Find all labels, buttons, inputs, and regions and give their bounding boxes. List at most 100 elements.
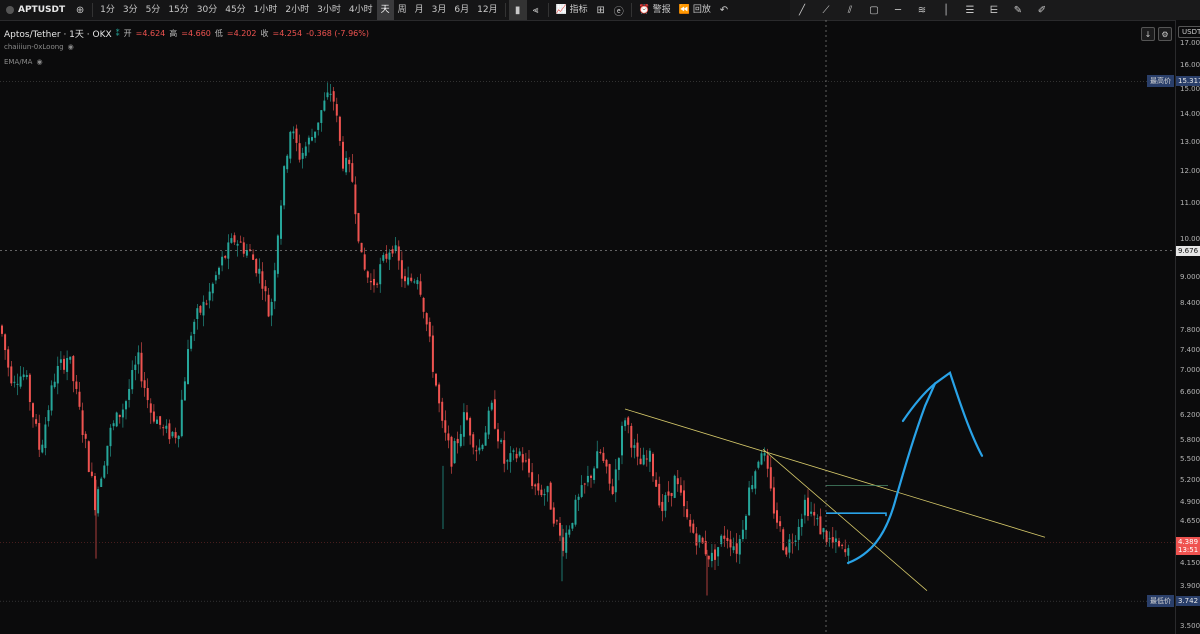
candle-body bbox=[745, 515, 747, 530]
interval-1[interactable]: 3分 bbox=[119, 0, 142, 20]
interval-13[interactable]: 3月 bbox=[428, 0, 451, 20]
price-tick: 3.900 bbox=[1180, 581, 1200, 590]
candle-body bbox=[276, 235, 279, 274]
candle-body bbox=[453, 441, 456, 464]
candle-body bbox=[630, 425, 633, 448]
candle-body bbox=[667, 491, 670, 496]
candle-body bbox=[732, 546, 735, 551]
candle-body bbox=[772, 487, 775, 514]
add-symbol-icon[interactable]: ⊕ bbox=[71, 0, 89, 20]
candle-body bbox=[723, 535, 726, 539]
symbol-selector[interactable]: APTUSDT bbox=[0, 5, 71, 15]
candle-body bbox=[10, 366, 13, 384]
parallel-channel-icon[interactable]: ⫽ bbox=[838, 0, 862, 20]
rectangle-tool-icon[interactable]: ▢ bbox=[862, 0, 886, 20]
candle-body bbox=[416, 280, 419, 285]
alert-button[interactable]: ⏰ 警报 bbox=[635, 0, 675, 20]
candle-body bbox=[72, 356, 75, 382]
candle-type-icon[interactable]: ▮ bbox=[508, 0, 527, 20]
candle-body bbox=[413, 281, 416, 283]
candle-body bbox=[397, 246, 400, 261]
visibility-eye-icon[interactable]: ◉ bbox=[68, 43, 74, 51]
ray-tool-icon[interactable]: ⟋ bbox=[814, 0, 838, 20]
interval-14[interactable]: 6月 bbox=[450, 0, 473, 20]
price-tick: 12.000 bbox=[1180, 167, 1200, 176]
vertical-line-icon[interactable]: │ bbox=[934, 0, 958, 20]
interval-2[interactable]: 5分 bbox=[142, 0, 165, 20]
interval-10[interactable]: 天 bbox=[376, 0, 394, 20]
candle-body bbox=[506, 460, 509, 462]
horizontal-line-icon[interactable]: ─ bbox=[886, 0, 910, 20]
lowest-price-tag: 3.742 bbox=[1176, 596, 1200, 607]
interval-8[interactable]: 3小时 bbox=[313, 0, 345, 20]
candle-body bbox=[32, 403, 34, 418]
candle-body bbox=[112, 423, 115, 427]
interval-0[interactable]: 1分 bbox=[96, 0, 119, 20]
candle-body bbox=[729, 539, 732, 548]
interval-12[interactable]: 月 bbox=[411, 0, 428, 20]
interval-3[interactable]: 15分 bbox=[164, 0, 192, 20]
candle-body bbox=[586, 475, 589, 483]
candle-body bbox=[431, 335, 434, 372]
fib-fan-icon[interactable]: ≋ bbox=[910, 0, 934, 20]
candle-body bbox=[658, 483, 661, 506]
candle-body bbox=[47, 410, 50, 422]
candle-body bbox=[53, 381, 56, 388]
fib-retracement-icon[interactable]: ☰ bbox=[958, 0, 982, 20]
currency-icon[interactable]: ⓔ bbox=[610, 0, 628, 20]
candle-body bbox=[118, 414, 121, 417]
candle-body bbox=[509, 453, 512, 462]
candle-body bbox=[624, 420, 627, 427]
indicator-row-2[interactable]: EMA/MA ◉ bbox=[4, 58, 43, 66]
candle-body bbox=[56, 365, 59, 384]
interval-11[interactable]: 周 bbox=[394, 0, 411, 20]
candle-body bbox=[13, 381, 16, 383]
divider bbox=[504, 3, 506, 17]
settings-gear-icon[interactable]: ⚙ bbox=[1158, 27, 1172, 41]
candle-body bbox=[676, 478, 679, 485]
candle-body bbox=[735, 543, 738, 554]
candle-body bbox=[125, 401, 127, 410]
price-axis[interactable]: 17.00016.00015.00014.00013.00012.00011.0… bbox=[1175, 20, 1200, 634]
interval-7[interactable]: 2小时 bbox=[281, 0, 313, 20]
candle-body bbox=[813, 511, 816, 516]
candle-body bbox=[168, 423, 171, 440]
interval-6[interactable]: 1小时 bbox=[250, 0, 282, 20]
candle-body bbox=[44, 424, 47, 449]
interval-15[interactable]: 12月 bbox=[473, 0, 501, 20]
candle-body bbox=[180, 399, 183, 437]
interval-9[interactable]: 4小时 bbox=[345, 0, 377, 20]
candle-body bbox=[512, 450, 515, 452]
arrow-down-icon[interactable]: ↓ bbox=[1141, 27, 1155, 41]
candle-body bbox=[844, 549, 847, 553]
brush-tool-icon[interactable]: ✎ bbox=[1006, 0, 1030, 20]
gann-tool-icon[interactable]: ⋿ bbox=[982, 0, 1006, 20]
interval-5[interactable]: 45分 bbox=[221, 0, 249, 20]
candle-body bbox=[552, 507, 555, 524]
undo-icon[interactable]: ↶ bbox=[715, 0, 733, 20]
candle-body bbox=[459, 433, 462, 447]
candle-body bbox=[528, 458, 530, 473]
layout-icon[interactable]: ⊞ bbox=[592, 0, 610, 20]
indicator-row-1[interactable]: chaiiiun-0xLoong ◉ bbox=[4, 43, 74, 51]
pen-tool-icon[interactable]: ✐ bbox=[1030, 0, 1054, 20]
visibility-eye-icon[interactable]: ◉ bbox=[36, 58, 42, 66]
candle-body bbox=[400, 260, 403, 279]
candle-body bbox=[518, 451, 521, 456]
price-chart[interactable] bbox=[0, 20, 1175, 634]
trendline-tool-icon[interactable]: ╱ bbox=[790, 0, 814, 20]
candle-body bbox=[242, 242, 245, 254]
indicators-button[interactable]: 📈 指标 bbox=[552, 0, 592, 20]
candle-body bbox=[580, 485, 583, 497]
candle-body bbox=[838, 540, 840, 547]
interval-list: 1分 3分 5分 15分 30分 45分 1小时 2小时 3小时 4小时天周月 3月 6月 12月 bbox=[96, 0, 501, 20]
replay-button[interactable]: ⏪ 回放 bbox=[675, 0, 715, 20]
candle-body bbox=[280, 205, 282, 239]
candle-body bbox=[38, 423, 41, 450]
interval-4[interactable]: 30分 bbox=[193, 0, 221, 20]
candle-body bbox=[218, 267, 220, 275]
candle-body bbox=[841, 544, 844, 546]
candle-body bbox=[810, 511, 813, 514]
bar-type-icon[interactable]: ⫷ bbox=[527, 0, 545, 20]
candle-body bbox=[782, 529, 785, 551]
